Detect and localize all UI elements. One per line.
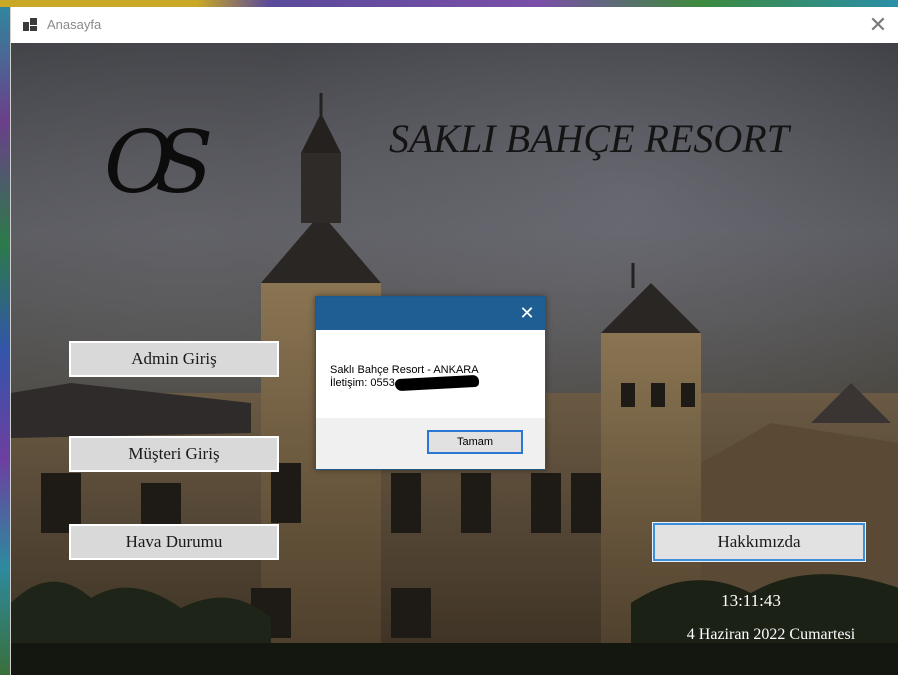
about-button[interactable]: Hakkımızda xyxy=(652,522,866,562)
close-icon[interactable]: ✕ xyxy=(515,301,539,325)
close-icon[interactable]: ✕ xyxy=(857,7,898,43)
app-icon xyxy=(23,18,37,31)
window-title: Anasayfa xyxy=(47,17,102,32)
message-box-title-bar[interactable]: ✕ xyxy=(316,297,545,330)
clock-label: 13:11:43 xyxy=(721,591,781,610)
customer-login-button[interactable]: Müşteri Giriş xyxy=(69,436,279,472)
ok-button[interactable]: Tamam xyxy=(427,430,523,454)
main-window: Anasayfa ✕ OS SAKLI BAHÇE RESORT Admin G… xyxy=(10,7,898,675)
desktop-edge-top xyxy=(0,0,898,7)
message-box-footer: Tamam xyxy=(316,418,545,469)
message-line-1: Saklı Bahçe Resort - ANKARA xyxy=(330,364,479,376)
title-bar[interactable]: Anasayfa ✕ xyxy=(11,7,898,43)
message-box-body: Saklı Bahçe Resort - ANKARA İletişim: 05… xyxy=(316,330,545,418)
message-line-2: İletişim: 0553 xyxy=(330,377,395,389)
weather-button[interactable]: Hava Durumu xyxy=(69,524,279,560)
resort-logo: OS xyxy=(104,113,213,213)
resort-title: SAKLI BAHÇE RESORT xyxy=(389,116,789,161)
message-box: ✕ Saklı Bahçe Resort - ANKARA İletişim: … xyxy=(315,296,546,470)
admin-login-button[interactable]: Admin Giriş xyxy=(69,341,279,377)
redaction-mark xyxy=(394,374,480,392)
date-label: 4 Haziran 2022 Cumartesi xyxy=(686,626,856,643)
